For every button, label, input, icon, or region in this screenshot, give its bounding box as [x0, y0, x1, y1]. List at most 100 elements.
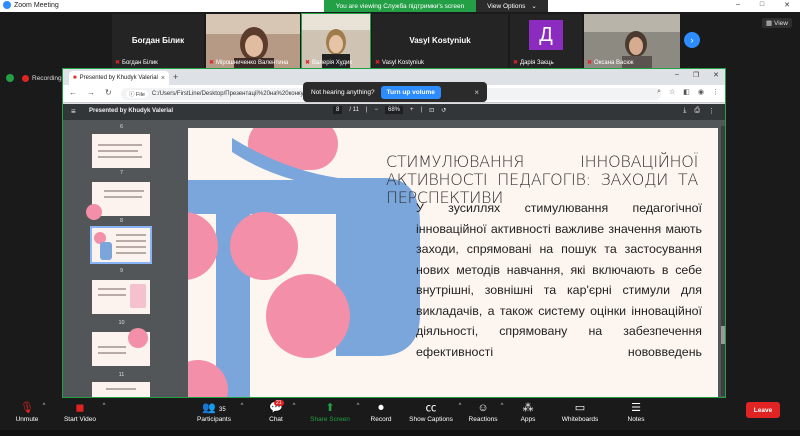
chevron-up-icon: ^ — [42, 403, 46, 409]
zoom-out-icon[interactable]: − — [374, 107, 378, 113]
captions-icon: ㏄ — [425, 402, 437, 414]
info-icon: ⓘ File — [126, 90, 148, 98]
shield-icon — [6, 74, 14, 82]
extensions-icon[interactable]: ◧ — [683, 88, 690, 96]
participants-icon: 👥 — [202, 402, 216, 414]
leave-button[interactable]: Leave — [746, 402, 780, 418]
shared-screen-browser: ■ Presented by Khudyk Valerial × + – ❐ ✕… — [62, 68, 726, 398]
page-scrollbar[interactable] — [721, 126, 725, 396]
menu-icon[interactable]: ⋮ — [712, 88, 719, 96]
page-thumbnail-current[interactable] — [90, 226, 152, 264]
profile-icon[interactable]: ◉ — [698, 88, 704, 96]
zoom-titlebar: Zoom Meeting You are viewing Служба підт… — [0, 0, 800, 12]
gallery-next-button[interactable]: › — [684, 32, 700, 48]
record-icon — [22, 74, 29, 82]
mic-muted-icon: ✖ — [587, 60, 593, 66]
back-icon[interactable]: ← — [69, 88, 77, 97]
whiteboards-button[interactable]: ▭ Whiteboards — [558, 400, 602, 423]
hamburger-icon[interactable]: ≡ — [71, 107, 76, 116]
search-icon[interactable]: ⌕ — [657, 88, 661, 96]
start-video-button[interactable]: ◼ Start Video — [58, 400, 102, 423]
viewing-banner: You are viewing Служба підтримки's scree… — [324, 0, 476, 12]
more-icon[interactable]: ⋮ — [708, 107, 715, 115]
pdf-page-viewport[interactable]: СТИМУЛЮВАННЯ ІННОВАЦІЙНОЇ АКТИВНОСТІ ПЕД… — [180, 120, 725, 397]
scroll-thumb[interactable] — [721, 326, 725, 344]
meeting-status: Recording — [6, 74, 62, 82]
chat-button[interactable]: 💬 21 Chat — [262, 400, 290, 423]
page-thumbnail[interactable] — [92, 280, 150, 314]
close-icon[interactable]: × — [474, 88, 479, 97]
minimize-button[interactable]: – — [736, 1, 740, 9]
minimize-icon[interactable]: – — [675, 71, 679, 79]
participant-tile[interactable]: ✖ Оксана Васюк — [584, 14, 680, 68]
chevron-right-icon: › — [690, 35, 694, 45]
participant-tile[interactable]: Д ✖ Дарія Заєць — [510, 14, 582, 68]
participant-tile-active[interactable]: ✖ Валерія Худик — [301, 13, 371, 69]
captions-options-caret[interactable]: ^ — [454, 402, 466, 409]
share-screen-icon: ⬆ — [325, 402, 335, 414]
reactions-options-caret[interactable]: ^ — [496, 402, 508, 409]
notes-icon: ☰ — [631, 402, 641, 414]
zoom-input[interactable]: 68% — [384, 106, 403, 114]
maximize-button[interactable]: □ — [760, 1, 764, 9]
audio-toast: Not hearing anything? Turn up volume × — [303, 82, 487, 102]
smiley-icon: ☺ — [477, 402, 489, 414]
view-options-button[interactable]: View Options ⌄ — [476, 0, 548, 12]
forward-icon[interactable]: → — [87, 88, 95, 97]
zoom-in-icon[interactable]: + — [410, 107, 414, 113]
browser-tab[interactable]: ■ Presented by Khudyk Valerial × — [69, 71, 169, 85]
page-thumbnail[interactable] — [92, 134, 150, 168]
participant-tile[interactable]: Vasyl Kostyniuk ✖ Vasyl Kostyniuk — [372, 14, 508, 68]
page-thumbnail[interactable] — [92, 328, 150, 366]
whiteboard-icon: ▭ — [574, 402, 586, 414]
page-thumbnail[interactable] — [86, 182, 150, 220]
record-icon: ⏺ — [378, 402, 384, 414]
chevron-up-icon: ^ — [500, 403, 504, 409]
participants-button[interactable]: 👥 35 Participants — [192, 400, 236, 423]
close-icon[interactable]: × — [161, 75, 165, 82]
mic-muted-icon: ✖ — [209, 60, 215, 66]
chevron-up-icon: ^ — [102, 403, 106, 409]
participant-tile[interactable]: Богдан Білик ✖ Богдан Білик — [112, 14, 204, 68]
gallery-view-button[interactable]: ▦ View — [762, 18, 792, 28]
app-title: Zoom Meeting — [3, 1, 59, 9]
maximize-icon[interactable]: ❐ — [693, 71, 699, 79]
star-icon[interactable]: ☆ — [669, 88, 675, 96]
turn-up-volume-button[interactable]: Turn up volume — [380, 85, 441, 99]
chat-options-caret[interactable]: ^ — [288, 402, 300, 409]
video-options-caret[interactable]: ^ — [98, 402, 110, 409]
audio-options-caret[interactable]: ^ — [38, 402, 50, 409]
chevron-down-icon: ⌄ — [531, 3, 537, 10]
close-icon[interactable]: ✕ — [713, 71, 719, 79]
participants-options-caret[interactable]: ^ — [236, 402, 248, 409]
share-options-caret[interactable]: ^ — [352, 402, 364, 409]
reactions-button[interactable]: ☺ Reactions — [466, 400, 500, 423]
participant-gallery: Богдан Білик ✖ Богдан Білик ✖ Мірошниченко… — [0, 12, 800, 70]
notes-button[interactable]: ☰ Notes — [622, 400, 650, 423]
print-icon[interactable]: ⎙ — [694, 107, 700, 115]
apps-button[interactable]: ⁂ Apps — [514, 400, 542, 423]
page-thumbnail[interactable] — [92, 382, 150, 397]
chevron-up-icon: ^ — [356, 403, 360, 409]
slide-page: СТИМУЛЮВАННЯ ІННОВАЦІЙНОЇ АКТИВНОСТІ ПЕД… — [188, 128, 718, 397]
page-number-input[interactable]: 8 — [333, 106, 343, 114]
chevron-up-icon: ^ — [458, 403, 462, 409]
mic-muted-icon: ✖ — [115, 60, 121, 66]
show-captions-button[interactable]: ㏄ Show Captions — [406, 400, 456, 423]
video-off-icon: ◼ — [75, 402, 85, 414]
chat-badge: 21 — [274, 400, 284, 406]
reload-icon[interactable]: ↻ — [105, 88, 112, 97]
pdf-toolbar: ≡ Presented by Khudyk Valerial 8 / 11 | … — [63, 104, 725, 120]
new-tab-button[interactable]: + — [173, 72, 178, 82]
share-screen-button[interactable]: ⬆ Share Screen — [308, 400, 352, 423]
pdf-icon: ■ — [73, 75, 77, 81]
fit-page-icon[interactable]: ⊡ — [429, 107, 434, 114]
record-button[interactable]: ⏺ Record — [366, 400, 396, 423]
participant-tile[interactable]: ✖ Мірошниченко Валентина — [206, 14, 300, 68]
close-button[interactable]: ✕ — [784, 1, 790, 9]
rotate-icon[interactable]: ↺ — [441, 107, 446, 114]
mic-muted-icon: ✖ — [513, 60, 519, 66]
window-controls: – □ ✕ — [736, 1, 790, 9]
download-icon[interactable]: ⤓ — [683, 107, 686, 115]
chevron-up-icon: ^ — [292, 403, 296, 409]
